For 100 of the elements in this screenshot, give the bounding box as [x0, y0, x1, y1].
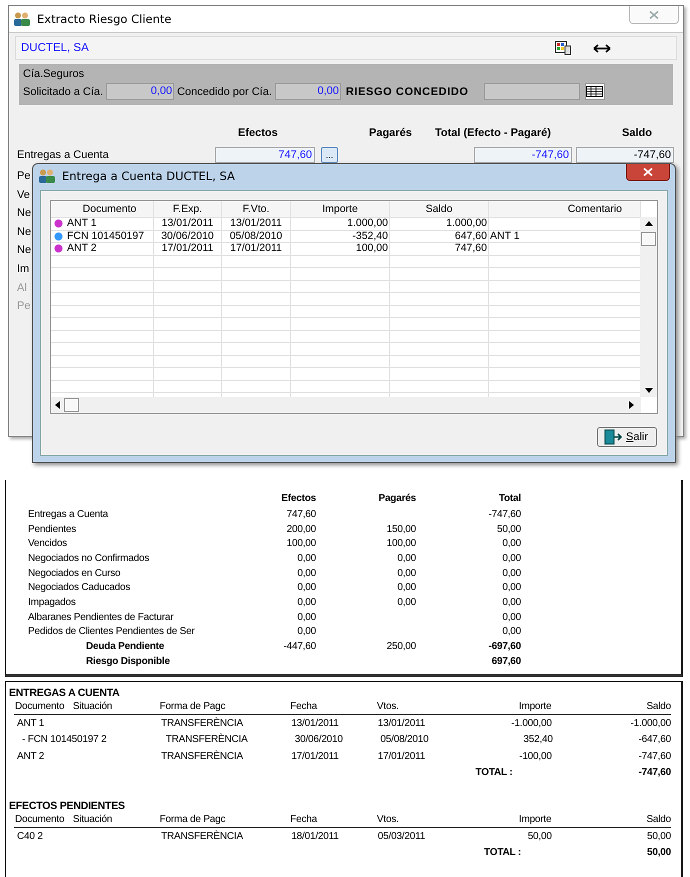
- insurance-title: Cía.Seguros: [23, 68, 86, 80]
- column-header: Situación: [72, 814, 114, 825]
- table-cell: 0,00: [297, 582, 316, 594]
- section-title: EFECTOS PENDIENTES: [9, 800, 126, 812]
- total-value: 50,00: [646, 847, 671, 858]
- horizontal-scrollbar[interactable]: [51, 397, 641, 413]
- table-cell: 17/01/2011: [154, 243, 222, 254]
- section-title: ENTREGAS A CUENTA: [9, 687, 121, 699]
- table-cell: -647,60: [638, 734, 671, 746]
- row-label: Pendientes: [28, 524, 76, 535]
- table-cell: TRANSFERÈNCIA: [161, 750, 243, 762]
- column-header[interactable]: Importe: [291, 201, 390, 217]
- column-header: Fecha: [290, 701, 318, 712]
- column-header: Efectos: [238, 127, 278, 139]
- table-cell: 30/06/2010: [154, 230, 222, 242]
- row-label: Negociados en Curso: [28, 568, 120, 579]
- table-cell: 0,00: [297, 612, 316, 623]
- table-cell: 17/01/2011: [291, 750, 339, 762]
- close-button[interactable]: [626, 164, 670, 181]
- column-header: Pagarés: [377, 493, 416, 504]
- column-header: Situación: [72, 701, 114, 712]
- risk-label: RIESGO CONCEDIDO: [346, 86, 469, 98]
- table-cell: 100,00: [386, 538, 416, 550]
- saldo-field[interactable]: -747,60: [576, 147, 674, 163]
- exit-button[interactable]: Salir: [597, 427, 657, 447]
- table-cell: 18/01/2011: [291, 830, 339, 842]
- row-label: Pe: [17, 169, 30, 184]
- table-cell: 100,00: [291, 243, 390, 254]
- table-cell: ANT 2: [17, 750, 44, 762]
- table-cell: -1.000,00: [630, 718, 671, 729]
- total-value: -747,60: [638, 767, 671, 778]
- row-label: Entregas a Cuenta: [16, 149, 110, 161]
- column-header[interactable]: Saldo: [390, 201, 489, 217]
- table-cell: 50,00: [528, 830, 552, 842]
- column-header: Importe: [518, 701, 552, 712]
- column-header: Total (Efecto - Pagaré): [435, 127, 551, 139]
- table-cell: 17/01/2011: [222, 243, 291, 254]
- column-header: Saldo: [622, 127, 652, 139]
- field-label: Solicitado a Cía.: [23, 86, 104, 98]
- risk-field[interactable]: [484, 83, 580, 100]
- table-cell: 0,00: [397, 568, 416, 579]
- table-cell: -747,60: [488, 508, 521, 520]
- table-cell: 0,00: [502, 612, 521, 623]
- column-header[interactable]: F.Vto.: [222, 201, 291, 217]
- table-cell: -697,60: [488, 641, 521, 652]
- table-cell: ANT 1: [17, 718, 44, 729]
- column-header: Fecha: [290, 814, 318, 825]
- table-cell: 50,00: [496, 524, 521, 535]
- column-header: Vtos.: [376, 701, 400, 712]
- row-label: Ne: [17, 224, 32, 240]
- granted-field[interactable]: 0,00: [274, 83, 341, 100]
- grid-icon[interactable]: [555, 41, 571, 55]
- table-cell: 13/01/2011: [222, 218, 291, 230]
- table-cell: 13/01/2011: [154, 218, 222, 230]
- left-arrow-icon[interactable]: [55, 401, 60, 409]
- total-field[interactable]: -747,60: [474, 147, 572, 163]
- table-cell: 0,00: [297, 552, 316, 564]
- double-arrow-icon[interactable]: [593, 44, 611, 52]
- scroll-thumb[interactable]: [64, 398, 79, 412]
- efectos-field[interactable]: 747,60: [215, 147, 315, 163]
- table-cell: 0,00: [502, 568, 521, 579]
- table-cell: 200,00: [286, 524, 316, 535]
- row-label: Deuda Pendiente: [86, 641, 164, 652]
- table-cell: 13/01/2011: [378, 718, 426, 729]
- table-cell: 697,60: [492, 656, 521, 667]
- row-label: Entregas a Cuenta: [28, 508, 108, 520]
- close-icon: [649, 10, 659, 18]
- people-icon: [38, 168, 56, 182]
- table-cell: 100,00: [286, 538, 316, 550]
- table-cell: 0,00: [502, 552, 521, 564]
- table-icon: [586, 86, 604, 97]
- requested-field[interactable]: 0,00: [106, 83, 174, 100]
- table-cell: -100,00: [519, 750, 552, 762]
- details-button[interactable]: ...: [321, 147, 338, 163]
- table-button[interactable]: [584, 83, 605, 100]
- vertical-scrollbar[interactable]: [640, 217, 657, 397]
- table-cell: -747,60: [638, 750, 671, 762]
- column-header: Saldo: [645, 814, 672, 825]
- right-arrow-icon[interactable]: [629, 401, 634, 409]
- column-header[interactable]: Documento: [66, 201, 154, 217]
- table-cell: ANT 2: [66, 243, 154, 254]
- column-header: Total: [498, 493, 521, 504]
- row-label: Pedidos de Clientes Pendientes de Ser: [28, 626, 195, 638]
- table-cell: - FCN 101450197 2: [22, 734, 106, 746]
- down-arrow-icon[interactable]: [644, 388, 652, 393]
- row-label: Riesgo Disponible: [86, 656, 170, 667]
- table-cell: -1.000,00: [511, 718, 552, 729]
- scroll-thumb[interactable]: [641, 232, 656, 246]
- column-header: Vtos.: [376, 814, 400, 825]
- up-arrow-icon[interactable]: [644, 221, 652, 226]
- table-cell: TRANSFERÈNCIA: [161, 718, 243, 729]
- total-label: TOTAL :: [484, 847, 521, 858]
- column-header[interactable]: F.Exp.: [154, 201, 222, 217]
- table-cell: 1.000,00: [291, 218, 390, 230]
- row-label: Negociados Caducados: [28, 582, 130, 594]
- table-cell: 50,00: [646, 830, 671, 842]
- people-icon: [13, 12, 31, 26]
- table-cell: 352,40: [523, 734, 553, 746]
- row-label: Ne: [17, 206, 32, 222]
- table-cell: 0,00: [502, 538, 521, 550]
